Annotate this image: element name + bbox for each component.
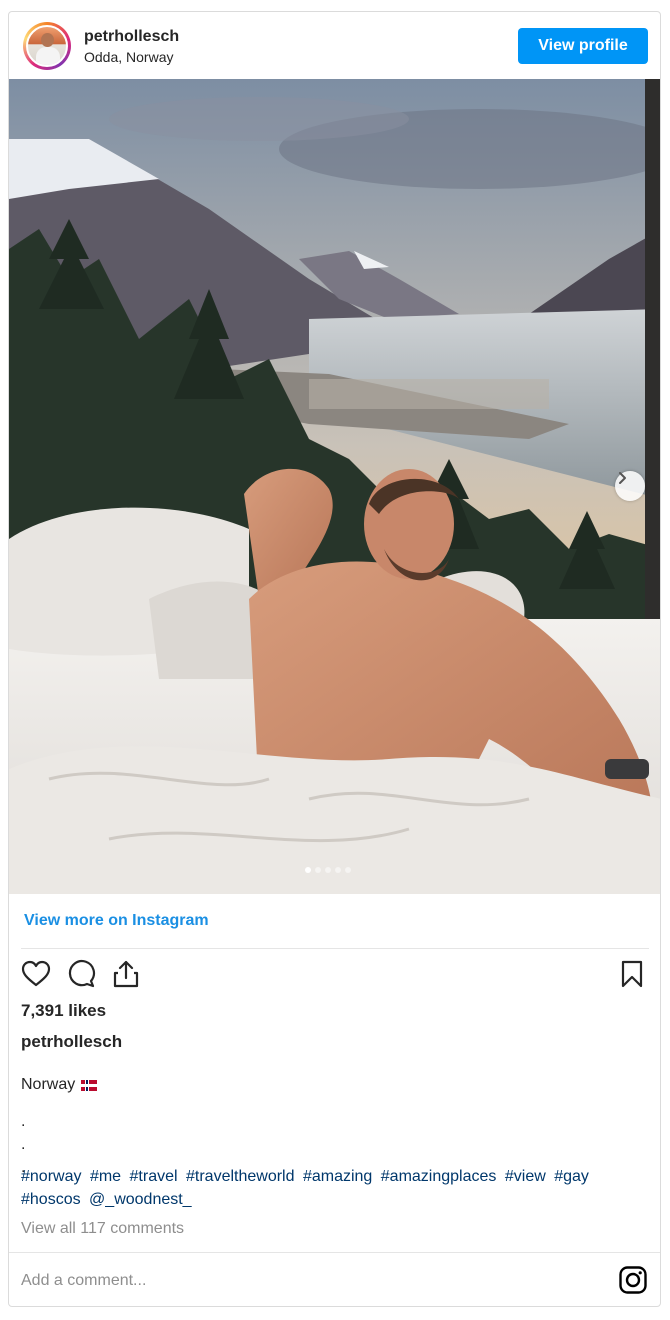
divider [9,1252,660,1253]
carousel-dot [315,867,321,873]
hashtag-list: #norway #me #travel #traveltheworld #ama… [21,1165,651,1211]
profile-photo [26,25,68,67]
view-more-link[interactable]: View more on Instagram [24,912,209,930]
carousel-indicator [305,867,351,873]
chevron-right-icon [619,472,626,484]
caption-text: Norway [21,1076,98,1094]
view-all-comments-link[interactable]: View all 117 comments [21,1220,184,1238]
carousel-dot [345,867,351,873]
hashtag-link[interactable]: #traveltheworld [186,1168,295,1185]
add-comment-input[interactable]: Add a comment... [21,1272,146,1290]
instagram-embed-card: petrhollesch Odda, Norway View profile V… [8,11,661,1307]
carousel-dot [325,867,331,873]
avatar[interactable] [23,22,71,70]
norway-flag-icon [81,1079,98,1091]
instagram-icon[interactable] [618,1265,648,1295]
post-header: petrhollesch Odda, Norway View profile [9,12,660,80]
bookmark-icon[interactable] [617,959,647,989]
caption-dot: . [21,1113,26,1130]
caption-dot: . [21,1136,26,1153]
share-icon[interactable] [111,959,141,989]
location-label[interactable]: Odda, Norway [84,49,173,65]
hashtag-link[interactable]: #view [505,1168,546,1185]
likes-count[interactable]: 7,391 likes [21,1001,106,1021]
post-image [9,79,660,894]
carousel-dot [305,867,311,873]
hashtag-link[interactable]: #amazing [303,1168,372,1185]
username[interactable]: petrhollesch [84,28,179,46]
hashtag-link[interactable]: #amazingplaces [381,1168,497,1185]
caption-username[interactable]: petrhollesch [21,1032,122,1052]
carousel-dot [335,867,341,873]
hashtag-link[interactable]: #hoscos [21,1191,81,1208]
post-photo[interactable] [9,79,660,894]
hashtag-link[interactable]: #travel [130,1168,178,1185]
caption-title: Norway [21,1076,76,1093]
comment-icon[interactable] [66,959,96,989]
heart-icon[interactable] [21,959,51,989]
hashtag-link[interactable]: #norway [21,1168,81,1185]
hashtag-link[interactable]: #me [90,1168,121,1185]
divider [21,948,649,949]
view-profile-button[interactable]: View profile [518,28,648,64]
hashtag-link[interactable]: #gay [554,1168,589,1185]
carousel-next-button[interactable] [615,471,645,501]
mention-link[interactable]: @_woodnest_ [89,1191,192,1208]
